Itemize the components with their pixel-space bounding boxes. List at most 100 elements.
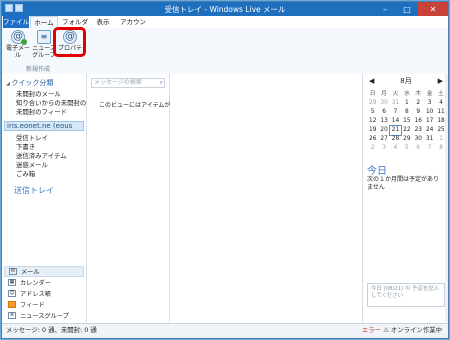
folder-sent[interactable]: 送信済みアイテム — [16, 151, 67, 160]
calendar-day[interactable]: 9 — [413, 108, 424, 117]
calendar-day[interactable]: 21 — [388, 125, 403, 136]
highlight-box — [53, 27, 86, 57]
quick-item-unread-feeds[interactable]: 未開封のフィード — [16, 107, 67, 116]
calendar-day[interactable]: 4 — [390, 144, 401, 153]
at-sign-icon: @ — [11, 30, 27, 45]
nav-calendar-label: カレンダー — [20, 280, 51, 287]
tab-account[interactable]: アカウント — [117, 16, 149, 38]
dow-sun: 日 — [369, 91, 376, 97]
nav-list: ✉ メール ▦ カレンダー ☺ アドレス帳 フィード ≡ ニュースグループ — [4, 266, 84, 321]
calendar-day[interactable]: 17 — [424, 117, 435, 126]
calendar-day[interactable]: 8 — [401, 108, 412, 117]
calendar-day[interactable]: 16 — [413, 117, 424, 126]
quick-views-header[interactable]: クイック分類 — [6, 78, 53, 88]
calendar-day[interactable]: 31 — [390, 99, 401, 108]
nav-mail[interactable]: ✉ メール — [4, 266, 84, 277]
calendar-day[interactable]: 31 — [424, 135, 435, 144]
month-label: 8月 — [400, 77, 412, 85]
nav-newsgroups[interactable]: ≡ ニュースグループ — [4, 310, 84, 321]
tab-file[interactable]: ファイル — [3, 16, 29, 28]
calendar-day[interactable]: 3 — [378, 144, 389, 153]
calendar-pane: ◀ 8月 ▶ 日 月 火 水 木 金 土 29 30 31 1 2 3 4 5 6 7 8 9 10 11… — [363, 74, 448, 326]
folder-drafts[interactable]: 下書き — [16, 142, 35, 151]
calendar-day[interactable]: 12 — [367, 117, 378, 126]
calendar-day[interactable]: 24 — [424, 126, 435, 135]
nav-mail-label: メール — [21, 269, 40, 276]
tab-home[interactable]: ホーム — [30, 16, 58, 28]
calendar-day[interactable]: 28 — [390, 135, 401, 144]
nav-contacts-label: アドレス帳 — [20, 291, 51, 298]
calendar-day[interactable]: 30 — [413, 135, 424, 144]
calendar-week-row: 19 20 21 22 23 24 25 — [367, 125, 447, 136]
online-icon: ⚠ — [383, 326, 389, 334]
search-placeholder: メッセージの検索 — [94, 79, 142, 86]
calendar-day[interactable]: 3 — [424, 99, 435, 108]
status-left: メッセージ: 0 通、未開封: 0 通 — [6, 326, 97, 334]
quick-item-unread[interactable]: 未開封のメール — [16, 89, 61, 98]
quick-item-unread-contacts[interactable]: 知り合いからの未開封の... — [16, 98, 92, 107]
calendar-day[interactable]: 23 — [413, 126, 424, 135]
calendar-day[interactable]: 22 — [401, 126, 412, 135]
maximize-icon[interactable]: □ — [396, 2, 418, 16]
nav-contacts[interactable]: ☺ アドレス帳 — [4, 288, 84, 299]
calendar-day[interactable]: 1 — [401, 99, 412, 108]
status-bar: メッセージ: 0 通、未開封: 0 通 エラー ⚠ オンライン作業中 — [2, 323, 448, 338]
status-right: エラー ⚠ オンライン作業中 — [362, 324, 442, 337]
calendar-day[interactable]: 30 — [378, 99, 389, 108]
dow-mon: 月 — [381, 91, 387, 97]
newsgroup-icon: ≡ — [8, 312, 16, 319]
dow-thu: 木 — [415, 91, 422, 97]
calendar-day[interactable]: 27 — [378, 135, 389, 144]
online-status[interactable]: オンライン作業中 — [391, 326, 442, 334]
calendar-day[interactable]: 6 — [413, 144, 424, 153]
contacts-icon: ☺ — [8, 290, 16, 297]
folder-pane: クイック分類 未開封のメール 知り合いからの未開封の... 未開封のフィード i… — [2, 74, 92, 326]
calendar-day[interactable]: 20 — [378, 126, 389, 135]
calendar-day[interactable]: 13 — [378, 117, 389, 126]
calendar-day[interactable]: 19 — [367, 126, 378, 135]
calendar-header: ◀ 8月 ▶ — [363, 76, 448, 86]
calendar-scrollbar[interactable] — [445, 74, 448, 326]
calendar-week-row: 5 6 7 8 9 10 11 — [367, 108, 447, 117]
calendar-day[interactable]: 14 — [390, 117, 401, 126]
outbox-link[interactable]: 送信トレイ — [14, 185, 54, 196]
folder-trash[interactable]: ごみ箱 — [16, 169, 35, 178]
dow-wed: 水 — [403, 91, 410, 97]
search-input[interactable]: メッセージの検索 ⌕ — [91, 78, 165, 88]
nav-calendar[interactable]: ▦ カレンダー — [4, 277, 84, 288]
account-header[interactable]: iris.eonet.ne (eous — [4, 121, 84, 131]
new-mail-button[interactable]: @ 電子メール — [4, 30, 32, 59]
calendar-day[interactable]: 7 — [390, 108, 401, 117]
prev-month-icon[interactable]: ◀ — [369, 77, 374, 85]
message-list: メッセージの検索 ⌕ このビューにはアイテムがありません。 — [87, 74, 206, 326]
dow-fri: 金 — [426, 91, 433, 97]
window-controls: – □ ✕ — [374, 2, 448, 16]
new-mail-label: 電子メール — [5, 45, 30, 59]
dow-tue: 火 — [392, 91, 399, 97]
note-input[interactable]: 今日 (08/21) の 予定を記入してください — [367, 283, 445, 307]
minimize-icon[interactable]: – — [374, 2, 396, 16]
calendar-day[interactable]: 5 — [401, 144, 412, 153]
today-note: 次の１か月間は予定がありません — [367, 176, 440, 191]
next-month-icon[interactable]: ▶ — [438, 77, 443, 85]
calendar-day[interactable]: 5 — [367, 108, 378, 117]
calendar-day[interactable]: 6 — [378, 108, 389, 117]
error-status[interactable]: エラー — [362, 326, 381, 334]
calendar-day[interactable]: 2 — [367, 144, 378, 153]
calendar-week-row: 26 27 28 29 30 31 1 — [367, 135, 447, 144]
folder-inbox[interactable]: 受信トレイ — [16, 133, 48, 142]
tab-view[interactable]: 表示 — [92, 16, 114, 28]
calendar-day[interactable]: 2 — [413, 99, 424, 108]
nav-feeds-label: フィード — [20, 302, 45, 309]
calendar-day[interactable]: 29 — [367, 99, 378, 108]
calendar-day[interactable]: 15 — [401, 117, 412, 126]
close-icon[interactable]: ✕ — [418, 2, 448, 16]
calendar-day[interactable]: 26 — [367, 135, 378, 144]
calendar-day[interactable]: 29 — [401, 135, 412, 144]
nav-feeds[interactable]: フィード — [4, 299, 84, 310]
calendar-day[interactable]: 10 — [424, 108, 435, 117]
folder-junk[interactable]: 迷惑メール — [16, 160, 48, 169]
search-icon[interactable]: ⌕ — [160, 79, 163, 87]
calendar-dow-row: 日 月 火 水 木 金 土 — [367, 90, 447, 99]
calendar-day[interactable]: 7 — [424, 144, 435, 153]
